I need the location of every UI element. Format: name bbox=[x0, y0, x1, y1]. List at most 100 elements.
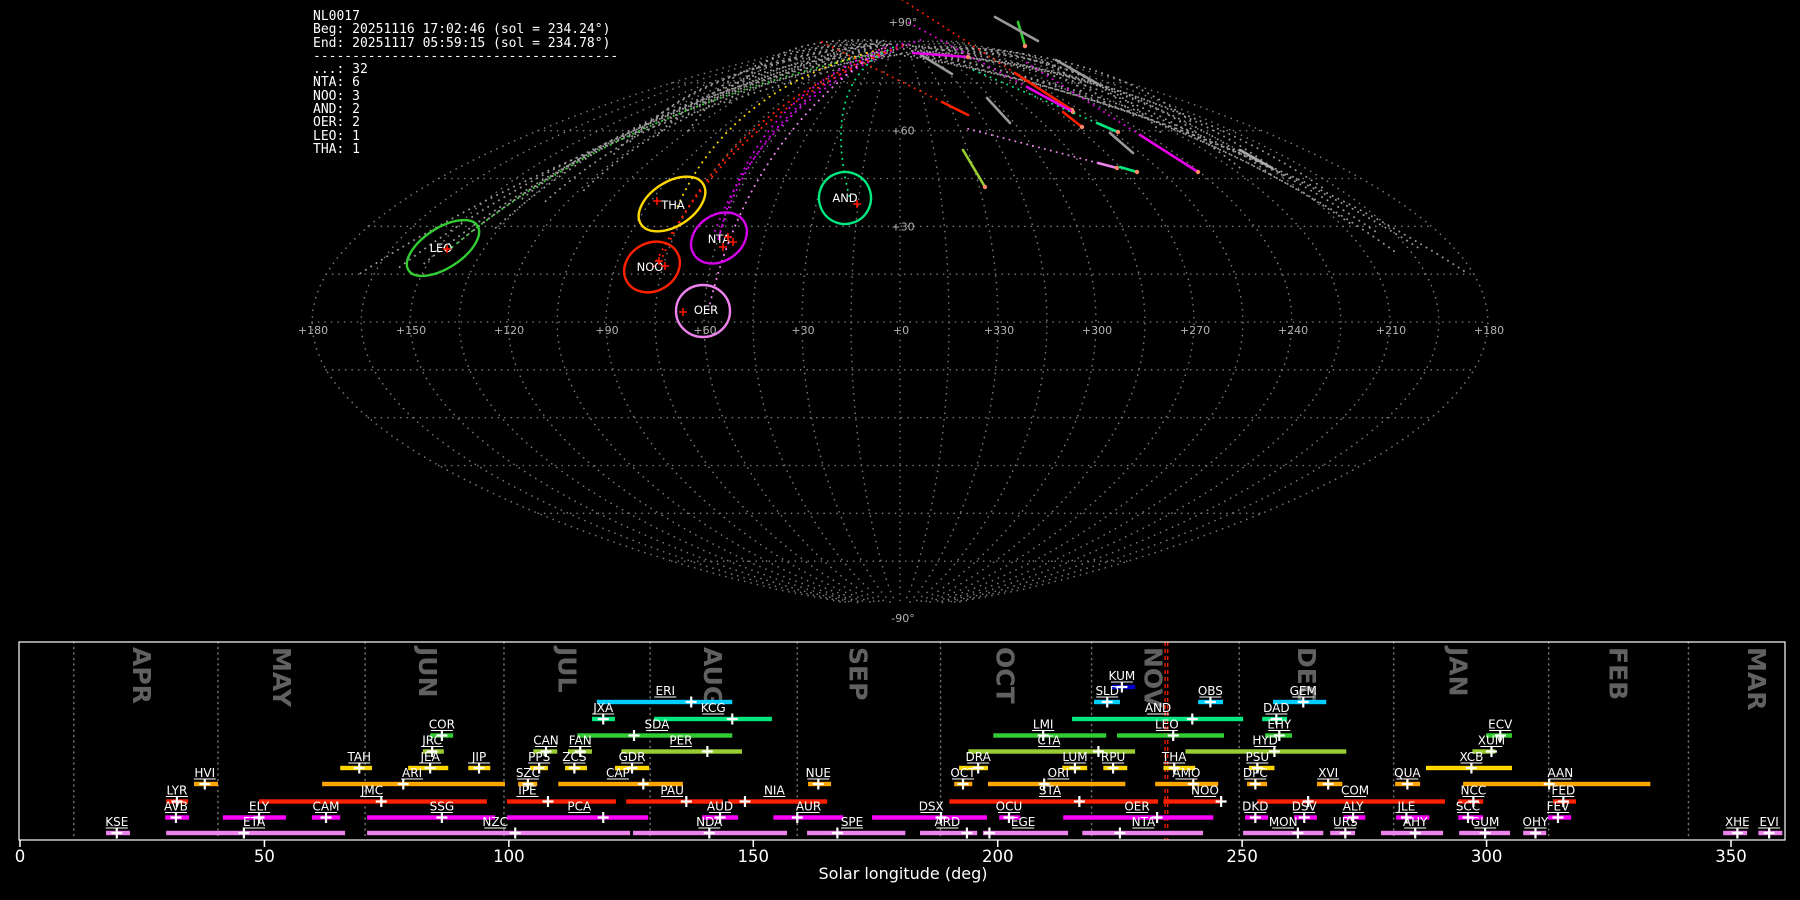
lon-label: +120 bbox=[494, 324, 524, 337]
shower-label-EGE: EGE bbox=[1011, 815, 1035, 829]
shower-label-ORI: ORI bbox=[1048, 766, 1069, 780]
shower-peak-marker bbox=[1323, 779, 1334, 790]
x-axis-title: Solar longitude (deg) bbox=[819, 864, 988, 883]
shower-label-SLD: SLD bbox=[1095, 684, 1119, 698]
shower-label-CTA: CTA bbox=[1038, 734, 1062, 748]
meteor-station-plot: LEOTHANTANOOOERAND+180+150+120+90+60+30+… bbox=[0, 0, 1800, 900]
shower-label-OBS: OBS bbox=[1198, 684, 1223, 698]
shower-bar-SDA bbox=[577, 733, 732, 737]
shower-label-ARD: ARD bbox=[934, 815, 960, 829]
shower-peak-marker bbox=[792, 812, 803, 823]
lon-label: +270 bbox=[1180, 324, 1210, 337]
x-tick-label: 0 bbox=[15, 847, 26, 866]
shower-label-OCT: OCT bbox=[950, 766, 976, 780]
x-tick-label: 350 bbox=[1715, 847, 1747, 866]
shower-peak-marker bbox=[199, 779, 210, 790]
shower-bar-ETA bbox=[166, 831, 345, 835]
radiant-label-OER: OER bbox=[694, 303, 718, 317]
shower-peak-marker bbox=[629, 730, 640, 741]
lon-label: +150 bbox=[396, 324, 426, 337]
shower-label-JMC: JMC bbox=[360, 784, 383, 798]
month-label: MAR bbox=[1742, 647, 1771, 710]
month-label: SEP bbox=[843, 647, 872, 700]
shower-label-SPE: SPE bbox=[841, 815, 863, 829]
shower-label-HYD: HYD bbox=[1252, 734, 1278, 748]
shower-label-LMI: LMI bbox=[1033, 718, 1054, 732]
shower-peak-marker bbox=[1299, 812, 1310, 823]
shower-label-KCG: KCG bbox=[701, 701, 726, 715]
shower-label-PCA: PCA bbox=[567, 800, 592, 814]
shower-label-RPU: RPU bbox=[1101, 750, 1125, 764]
shower-peak-marker bbox=[238, 828, 249, 839]
shower-label-JRC: JRC bbox=[421, 734, 442, 748]
shower-label-AHY: AHY bbox=[1403, 815, 1428, 829]
shower-label-COM: COM bbox=[1341, 784, 1369, 798]
shower-peak-marker bbox=[813, 779, 824, 790]
shower-label-XUM: XUM bbox=[1478, 734, 1505, 748]
shower-peak-marker bbox=[354, 763, 365, 774]
shower-label-NDA: NDA bbox=[696, 815, 723, 829]
shower-label-KSE: KSE bbox=[105, 815, 128, 829]
shower-bar-SSG bbox=[367, 815, 495, 819]
shower-label-ZCS: ZCS bbox=[562, 750, 586, 764]
lon-label: +240 bbox=[1278, 324, 1308, 337]
shower-bar-IPE bbox=[507, 799, 616, 803]
shower-label-DRA: DRA bbox=[966, 750, 992, 764]
lon-label: +210 bbox=[1376, 324, 1406, 337]
shower-label-GEM: GEM bbox=[1290, 684, 1317, 698]
shower-label-PAU: PAU bbox=[660, 784, 683, 798]
shower-label-ELY: ELY bbox=[249, 800, 270, 814]
shower-bar-SPE bbox=[807, 831, 905, 835]
shower-label-THA: THA bbox=[1161, 750, 1187, 764]
lon-label: +60 bbox=[693, 324, 716, 337]
shower-peak-marker bbox=[1269, 746, 1280, 757]
shower-label-AUR: AUR bbox=[796, 800, 821, 814]
shower-peak-marker bbox=[510, 828, 521, 839]
shower-peak-marker bbox=[569, 763, 580, 774]
shower-peak-marker bbox=[1168, 730, 1179, 741]
shower-peak-marker bbox=[1216, 796, 1227, 807]
shower-bar-AUR bbox=[773, 815, 843, 819]
shower-label-SCC: SCC bbox=[1456, 800, 1480, 814]
lon-label: +330 bbox=[984, 324, 1014, 337]
shower-label-LUM: LUM bbox=[1062, 750, 1087, 764]
shower-label-NCC: NCC bbox=[1461, 784, 1487, 798]
shower-peak-marker bbox=[1530, 828, 1541, 839]
month-label: MAY bbox=[267, 647, 296, 708]
shower-peak-marker bbox=[1732, 828, 1743, 839]
shower-peak-marker bbox=[376, 796, 387, 807]
shower-peak-marker bbox=[1114, 828, 1125, 839]
shower-label-KUM: KUM bbox=[1109, 669, 1136, 683]
shower-label-NZC: NZC bbox=[482, 815, 508, 829]
shower-label-EHY: EHY bbox=[1267, 718, 1292, 732]
radiant-label-THA: THA bbox=[660, 198, 685, 212]
shower-label-NOO: NOO bbox=[1191, 784, 1219, 798]
shower-label-FAN: FAN bbox=[569, 734, 592, 748]
shower-label-XVI: XVI bbox=[1318, 766, 1338, 780]
shower-label-FED: FED bbox=[1551, 784, 1575, 798]
shower-label-HVI: HVI bbox=[194, 766, 215, 780]
shower-label-AUD: AUD bbox=[707, 800, 733, 814]
shower-label-QUA: QUA bbox=[1394, 766, 1421, 780]
shower-peak-marker bbox=[1764, 828, 1775, 839]
shower-bar-EGE bbox=[983, 831, 1068, 835]
shower-peak-marker bbox=[321, 812, 332, 823]
shower-peak-marker bbox=[1250, 812, 1261, 823]
month-label: FEB bbox=[1604, 647, 1633, 700]
shower-peak-marker bbox=[681, 796, 692, 807]
shower-label-FEV: FEV bbox=[1547, 800, 1570, 814]
shower-label-NIA: NIA bbox=[764, 784, 786, 798]
shower-label-XCB: XCB bbox=[1459, 750, 1483, 764]
shower-label-OCU: OCU bbox=[996, 800, 1023, 814]
shower-peak-marker bbox=[436, 812, 447, 823]
shower-label-SSG: SSG bbox=[430, 800, 455, 814]
lat-label: +90° bbox=[889, 16, 918, 29]
lon-label: +180 bbox=[298, 324, 328, 337]
shower-peak-marker bbox=[832, 828, 843, 839]
shower-label-JXA: JXA bbox=[592, 701, 614, 715]
shower-label-CAN: CAN bbox=[533, 734, 559, 748]
radiant-ellipses: LEOTHANTANOOOERAND bbox=[398, 165, 879, 337]
shower-label-CAM: CAM bbox=[313, 800, 340, 814]
shower-peak-marker bbox=[398, 779, 409, 790]
shower-peak-marker bbox=[638, 779, 649, 790]
